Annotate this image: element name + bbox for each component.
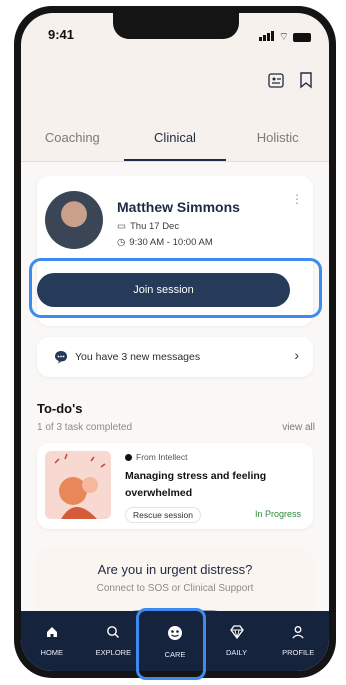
task-status: In Progress <box>254 509 301 519</box>
nav-explore[interactable]: EXPLORE <box>87 625 139 657</box>
nav-daily-label: DAILY <box>226 648 248 657</box>
signal-icon <box>258 28 275 46</box>
more-vertical-icon[interactable]: ⋮ <box>291 192 303 206</box>
chevron-right-icon: › <box>294 347 299 363</box>
search-icon <box>107 626 120 638</box>
clock-icon: ◷ <box>117 237 126 248</box>
task-source-text: From Intellect <box>136 452 188 462</box>
nav-home[interactable]: HOME <box>26 625 78 657</box>
battery-icon <box>293 32 311 42</box>
stressed-person-illustration <box>54 453 106 519</box>
diamond-icon <box>229 625 244 640</box>
therapist-name: Matthew Simmons <box>117 199 240 215</box>
todo-item[interactable]: From Intellect Managing stress and feeli… <box>37 443 313 529</box>
chat-icon <box>55 351 67 364</box>
nav-profile-label: PROFILE <box>282 648 315 657</box>
avatar <box>45 191 103 249</box>
view-all-link[interactable]: view all <box>282 422 315 433</box>
tab-coaching[interactable]: Coaching <box>21 123 124 161</box>
calendar-note-icon[interactable] <box>267 71 285 89</box>
notch <box>113 13 239 39</box>
nav-home-label: HOME <box>40 648 64 657</box>
todo-progress: 1 of 3 task completed <box>37 422 133 433</box>
session-time: ◷ 9:30 AM - 10:00 AM <box>117 237 213 248</box>
bookmark-icon[interactable] <box>297 71 315 89</box>
join-session-button[interactable]: Join session <box>37 273 290 307</box>
status-time: 9:41 <box>48 27 75 42</box>
nav-explore-label: EXPLORE <box>95 648 132 657</box>
messages-text: You have 3 new messages <box>75 351 201 363</box>
nav-daily[interactable]: DAILY <box>211 625 263 657</box>
todo-title: To-do's <box>37 401 83 416</box>
task-chip: Rescue session <box>125 507 202 523</box>
calendar-icon: ▭ <box>117 221 126 232</box>
tab-holistic[interactable]: Holistic <box>226 123 329 161</box>
care-highlight-outline <box>136 608 206 680</box>
distress-subtitle: Connect to SOS or Clinical Support <box>96 583 254 594</box>
source-dot-icon <box>125 453 132 461</box>
session-date: ▭ Thu 17 Dec <box>117 221 179 232</box>
home-icon <box>46 627 57 637</box>
nav-profile[interactable]: PROFILE <box>272 625 324 657</box>
status-icons: ⌔ <box>258 28 311 46</box>
messages-card[interactable]: You have 3 new messages › <box>37 337 313 377</box>
session-date-text: Thu 17 Dec <box>129 221 180 232</box>
care-tabs: Coaching Clinical Holistic <box>21 123 329 162</box>
session-time-text: 9:30 AM - 10:00 AM <box>129 237 213 248</box>
task-illustration <box>45 451 111 519</box>
tab-clinical[interactable]: Clinical <box>123 123 227 161</box>
person-icon <box>292 626 304 639</box>
task-title: Managing stress and feeling overwhelmed <box>125 470 267 499</box>
app-screen: 9:41 ⌔ Coaching Clinical Holistic Matthe… <box>21 13 329 671</box>
wifi-icon: ⌔ <box>278 31 289 43</box>
distress-title: Are you in urgent distress? <box>97 562 253 577</box>
phone-frame: 9:41 ⌔ Coaching Clinical Holistic Matthe… <box>14 6 336 678</box>
task-source: From Intellect <box>125 452 188 462</box>
header-actions <box>267 71 315 89</box>
